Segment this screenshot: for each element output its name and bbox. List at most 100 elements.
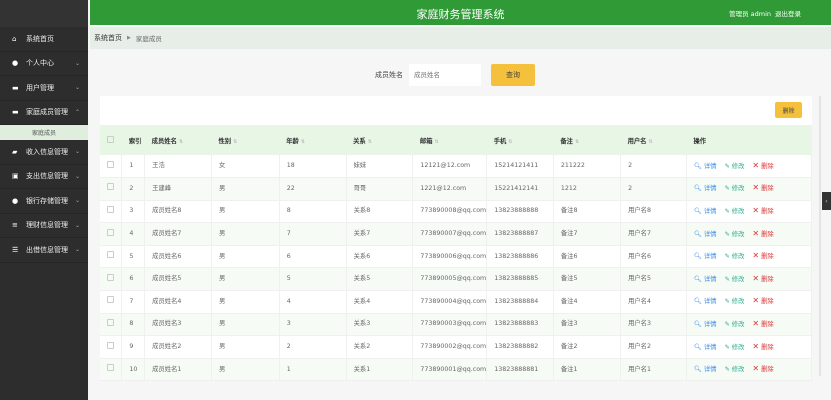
detail-button[interactable]: 🔍︎ 详情 [694, 185, 717, 192]
detail-button[interactable]: 🔍︎ 详情 [694, 344, 717, 351]
delete-button[interactable]: ✕ 删除 [752, 205, 773, 215]
table-cell: 2 [620, 177, 687, 201]
row-select[interactable] [100, 313, 123, 337]
sidebar-item[interactable]: ≡ 理财信息管理 ⌄ [0, 214, 88, 238]
delete-button[interactable]: ✕ 删除 [752, 342, 773, 351]
detail-button[interactable]: 🔍︎ 详情 [694, 208, 717, 215]
delete-button[interactable]: ✕ 删除 [752, 364, 773, 373]
scrollbar[interactable] [819, 96, 821, 376]
row-checkbox[interactable] [107, 205, 114, 213]
detail-button[interactable]: 🔍︎ 详情 [694, 366, 717, 373]
row-checkbox[interactable] [107, 228, 114, 236]
column-header[interactable]: 邮箱 ⇅ [412, 125, 487, 155]
sort-icon[interactable]: ⇅ [301, 139, 305, 145]
column-header[interactable]: 用户名 ⇅ [620, 125, 687, 155]
table-cell: 5 [121, 245, 146, 269]
delete-button[interactable]: ✕ 删除 [752, 183, 773, 192]
column-header[interactable]: 性别 ⇅ [211, 125, 280, 155]
batch-delete-button[interactable]: 删除 [775, 102, 802, 118]
table-cell: 男 [211, 200, 280, 224]
select-all-checkbox[interactable] [107, 135, 114, 143]
edit-button[interactable]: ✎ 修改 [725, 185, 745, 192]
sort-icon[interactable]: ⇅ [508, 139, 512, 145]
sidebar-item[interactable]: ▰ 收入信息管理 ⌄ [0, 140, 88, 165]
row-select[interactable] [100, 200, 123, 224]
search-button[interactable]: 查询 [491, 64, 535, 86]
row-actions: 🔍︎ 详情 ✎ 修改 ✕ 删除 [686, 290, 813, 314]
sidebar-item[interactable]: ● 银行存储管理 ⌄ [0, 189, 88, 214]
collapse-toggle-icon[interactable]: ‹ [822, 192, 831, 210]
sort-icon[interactable]: ⇅ [575, 139, 579, 145]
delete-button[interactable]: ✕ 删除 [752, 161, 773, 170]
delete-button[interactable]: ✕ 删除 [752, 274, 773, 283]
sidebar-item[interactable]: ☰ 出借信息管理 ⌄ [0, 238, 88, 263]
row-checkbox[interactable] [107, 364, 114, 372]
edit-button[interactable]: ✎ 修改 [725, 298, 745, 305]
delete-button[interactable]: ✕ 删除 [752, 319, 773, 328]
breadcrumb-home[interactable]: 系统首页 [94, 33, 122, 43]
row-select[interactable] [100, 155, 123, 179]
detail-button[interactable]: 🔍︎ 详情 [694, 321, 717, 328]
pencil-icon: ✎ [724, 253, 730, 261]
sidebar-item[interactable]: ⌂ 系统首页 [0, 27, 88, 52]
edit-button[interactable]: ✎ 修改 [725, 366, 745, 373]
sort-icon[interactable]: ⇅ [179, 139, 183, 145]
sidebar-item[interactable]: ● 个人中心 ⌄ [0, 52, 88, 76]
detail-button[interactable]: 🔍︎ 详情 [694, 253, 717, 260]
close-icon: ✕ [752, 205, 760, 215]
member-name-input[interactable] [409, 64, 481, 86]
sidebar-subitem-family-members[interactable]: 家庭成员 [0, 125, 88, 140]
sidebar-item[interactable]: ▬ 用户管理 ⌄ [0, 76, 88, 101]
column-header[interactable]: 手机 ⇅ [486, 125, 554, 155]
table-cell: 用户名2 [620, 335, 687, 359]
delete-button[interactable]: ✕ 删除 [752, 296, 773, 306]
sidebar-item[interactable]: ▣ 支出信息管理 ⌄ [0, 165, 88, 189]
row-select[interactable] [100, 177, 123, 201]
row-checkbox[interactable] [107, 251, 114, 259]
row-select[interactable] [100, 335, 123, 359]
edit-button[interactable]: ✎ 修改 [725, 163, 745, 170]
row-checkbox[interactable] [107, 318, 114, 326]
sort-icon[interactable]: ⇅ [233, 139, 237, 145]
row-select[interactable] [100, 267, 123, 292]
edit-button[interactable]: ✎ 修改 [725, 321, 745, 328]
sort-icon[interactable]: ⇅ [368, 139, 372, 145]
row-select[interactable] [100, 290, 123, 314]
bulb-icon: ● [12, 196, 19, 205]
row-select[interactable] [100, 222, 123, 246]
row-checkbox[interactable] [107, 160, 114, 168]
detail-button[interactable]: 🔍︎ 详情 [694, 276, 717, 283]
select-all-header[interactable] [100, 125, 122, 155]
edit-button[interactable]: ✎ 修改 [725, 276, 745, 283]
column-header[interactable]: 成员姓名 ⇅ [144, 125, 212, 155]
logout-link[interactable]: 退出登录 [775, 10, 801, 18]
edit-button[interactable]: ✎ 修改 [725, 344, 745, 351]
sort-icon[interactable]: ⇅ [434, 139, 438, 145]
row-select[interactable] [100, 245, 123, 269]
table-cell: 男 [211, 335, 280, 359]
row-select[interactable] [100, 358, 123, 382]
detail-button[interactable]: 🔍︎ 详情 [694, 163, 717, 170]
table-cell: 用户名1 [620, 358, 687, 382]
delete-button[interactable]: ✕ 删除 [752, 229, 773, 238]
delete-button[interactable]: ✕ 删除 [752, 251, 773, 260]
detail-button[interactable]: 🔍︎ 详情 [694, 298, 717, 305]
close-icon: ✕ [752, 296, 760, 306]
column-header[interactable]: 备注 ⇅ [553, 125, 621, 155]
row-checkbox[interactable] [107, 341, 114, 349]
sidebar-item[interactable]: ▬ 家庭成员管理 ⌃ [0, 101, 88, 125]
column-header[interactable]: 关系 ⇅ [346, 125, 413, 155]
pencil-icon: ✎ [724, 230, 730, 238]
row-checkbox[interactable] [107, 273, 114, 281]
row-checkbox[interactable] [107, 296, 114, 304]
sort-icon[interactable]: ⇅ [648, 139, 652, 145]
edit-button[interactable]: ✎ 修改 [725, 231, 745, 238]
column-header[interactable]: 年龄 ⇅ [279, 125, 347, 155]
edit-button[interactable]: ✎ 修改 [725, 253, 745, 260]
pencil-icon: ✎ [724, 343, 730, 351]
row-checkbox[interactable] [107, 183, 114, 191]
wallet-icon: ▰ [12, 147, 18, 156]
detail-button[interactable]: 🔍︎ 详情 [694, 231, 717, 238]
pencil-icon: ✎ [724, 185, 730, 193]
edit-button[interactable]: ✎ 修改 [725, 208, 745, 215]
